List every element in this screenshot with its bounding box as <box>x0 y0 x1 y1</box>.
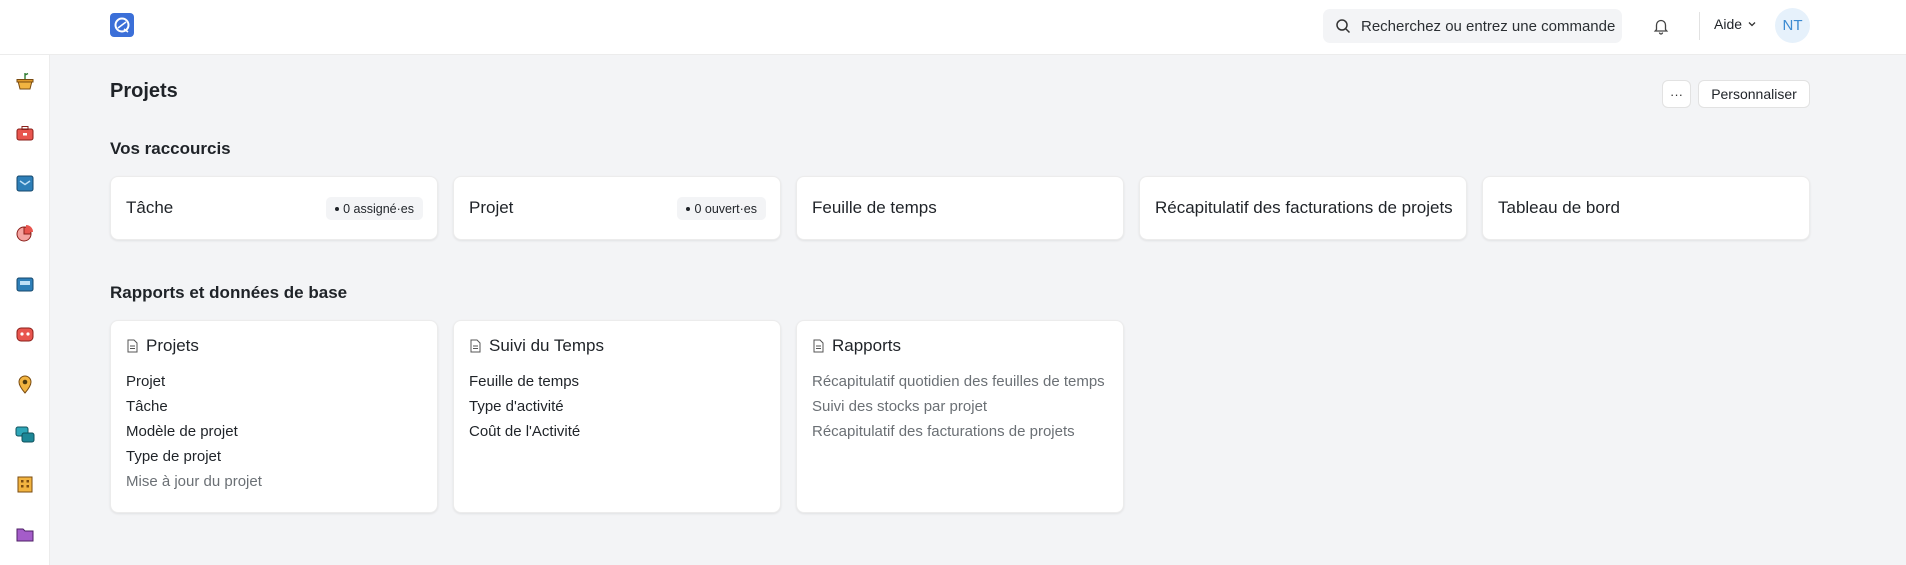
shortcut-label: Feuille de temps <box>812 198 937 217</box>
page-title: Projets <box>110 80 178 102</box>
plant-pot-icon[interactable] <box>14 70 36 92</box>
notification-bell-icon[interactable] <box>1652 17 1670 35</box>
shortcut-card-billing-summary[interactable]: Récapitulatif des facturations de projet… <box>1139 176 1467 240</box>
top-navbar: Aide NT <box>0 0 1906 55</box>
card-link[interactable]: Type d'activité <box>469 397 765 422</box>
document-icon <box>470 339 481 353</box>
chevron-down-icon <box>1748 22 1756 27</box>
navbar-divider <box>1699 12 1700 40</box>
more-options-button[interactable]: ··· <box>1662 80 1691 108</box>
shortcut-card-dashboard[interactable]: Tableau de bord <box>1482 176 1810 240</box>
card-link[interactable]: Récapitulatif quotidien des feuilles de … <box>812 372 1108 397</box>
card-link[interactable]: Feuille de temps <box>469 372 765 397</box>
user-avatar[interactable]: NT <box>1775 8 1810 43</box>
chat-bubbles-icon[interactable] <box>14 423 36 445</box>
support-bot-icon[interactable] <box>14 323 36 345</box>
help-dropdown[interactable]: Aide <box>1714 16 1757 32</box>
cash-register-icon[interactable] <box>14 273 36 295</box>
avatar-initials: NT <box>1782 17 1803 34</box>
toolbox-icon[interactable] <box>14 122 36 144</box>
app-logo-icon[interactable] <box>110 13 134 37</box>
shortcut-label: Tâche <box>126 198 174 217</box>
pie-chart-icon[interactable] <box>14 222 36 244</box>
card-title: Projets <box>146 336 199 355</box>
card-link[interactable]: Suivi des stocks par projet <box>812 397 1108 422</box>
card-link[interactable]: Modèle de projet <box>126 422 422 447</box>
shortcut-label: Projet <box>469 198 514 217</box>
card-link[interactable]: Tâche <box>126 397 422 422</box>
card-link[interactable]: Mise à jour du projet <box>126 472 422 497</box>
card-title: Suivi du Temps <box>489 336 604 355</box>
status-badge: 0 ouvert·es <box>677 197 766 220</box>
help-label: Aide <box>1714 16 1743 32</box>
shortcut-card-task[interactable]: Tâche 0 assigné·es <box>110 176 438 240</box>
folder-icon[interactable] <box>14 523 36 545</box>
inbox-icon[interactable] <box>14 172 36 194</box>
shortcut-card-timesheet[interactable]: Feuille de temps <box>796 176 1124 240</box>
building-icon[interactable] <box>14 473 36 495</box>
report-card-time-tracking: Suivi du Temps Feuille de temps Type d'a… <box>453 320 781 513</box>
report-card-projects: Projets Projet Tâche Modèle de projet Ty… <box>110 320 438 513</box>
search-bar[interactable] <box>1323 9 1622 43</box>
sidebar <box>0 55 50 565</box>
shortcut-card-project[interactable]: Projet 0 ouvert·es <box>453 176 781 240</box>
reports-section-title: Rapports et données de base <box>110 283 348 302</box>
customize-button[interactable]: Personnaliser <box>1698 80 1810 108</box>
card-link[interactable]: Coût de l'Activité <box>469 422 765 447</box>
map-pin-icon[interactable] <box>14 373 36 395</box>
card-link[interactable]: Projet <box>126 372 422 397</box>
shortcuts-section-title: Vos raccourcis <box>110 139 231 158</box>
shortcut-label: Récapitulatif des facturations de projet… <box>1155 198 1453 217</box>
card-link[interactable]: Récapitulatif des facturations de projet… <box>812 422 1108 447</box>
report-card-reports: Rapports Récapitulatif quotidien des feu… <box>796 320 1124 513</box>
document-icon <box>813 339 824 353</box>
shortcut-label: Tableau de bord <box>1498 198 1620 217</box>
document-icon <box>127 339 138 353</box>
status-badge: 0 assigné·es <box>326 197 423 220</box>
search-icon <box>1336 19 1351 34</box>
card-link[interactable]: Type de projet <box>126 447 422 472</box>
card-title: Rapports <box>832 336 901 355</box>
search-input[interactable] <box>1361 17 1616 35</box>
